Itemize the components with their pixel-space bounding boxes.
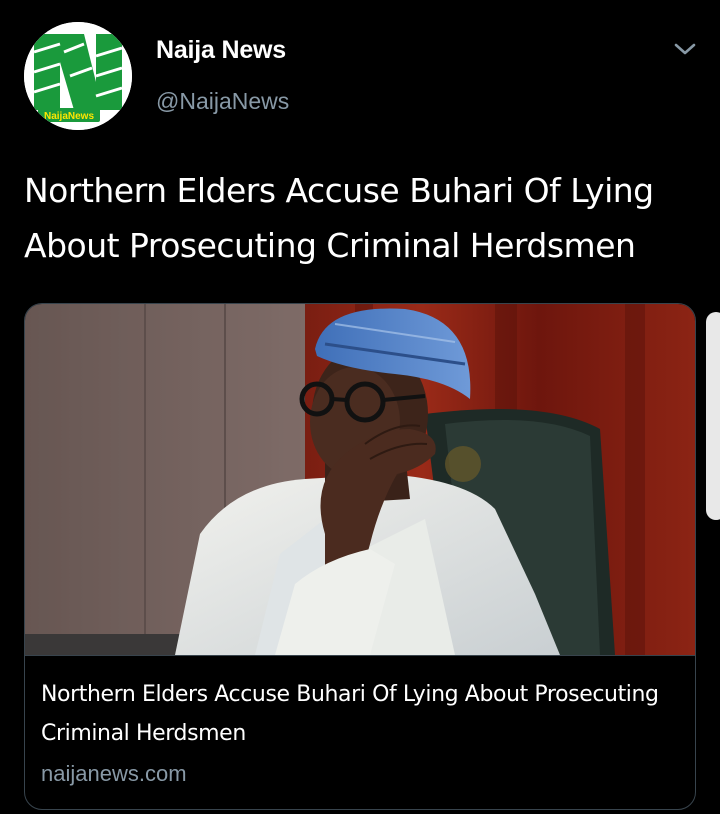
tweet: NaijaNews Naija News @NaijaNews Northern… [0,0,720,814]
scrollbar-thumb[interactable] [706,312,720,520]
tweet-text: Northern Elders Accuse Buhari Of Lying A… [24,171,654,265]
avatar[interactable]: NaijaNews [24,22,132,130]
author-name[interactable]: Naija News [156,36,286,65]
card-domain[interactable]: naijanews.com [41,761,187,787]
link-card[interactable]: Northern Elders Accuse Buhari Of Lying A… [24,303,696,810]
chevron-down-icon [674,43,696,55]
author-handle[interactable]: @NaijaNews [156,88,289,115]
naija-news-logo-icon: NaijaNews [24,22,132,130]
article-photo [25,304,695,655]
avatar-logo-text: NaijaNews [44,111,94,122]
card-image[interactable] [25,304,695,655]
card-title[interactable]: Northern Elders Accuse Buhari Of Lying A… [41,675,671,753]
tweet-menu-button[interactable] [672,38,698,60]
card-divider [25,655,695,656]
